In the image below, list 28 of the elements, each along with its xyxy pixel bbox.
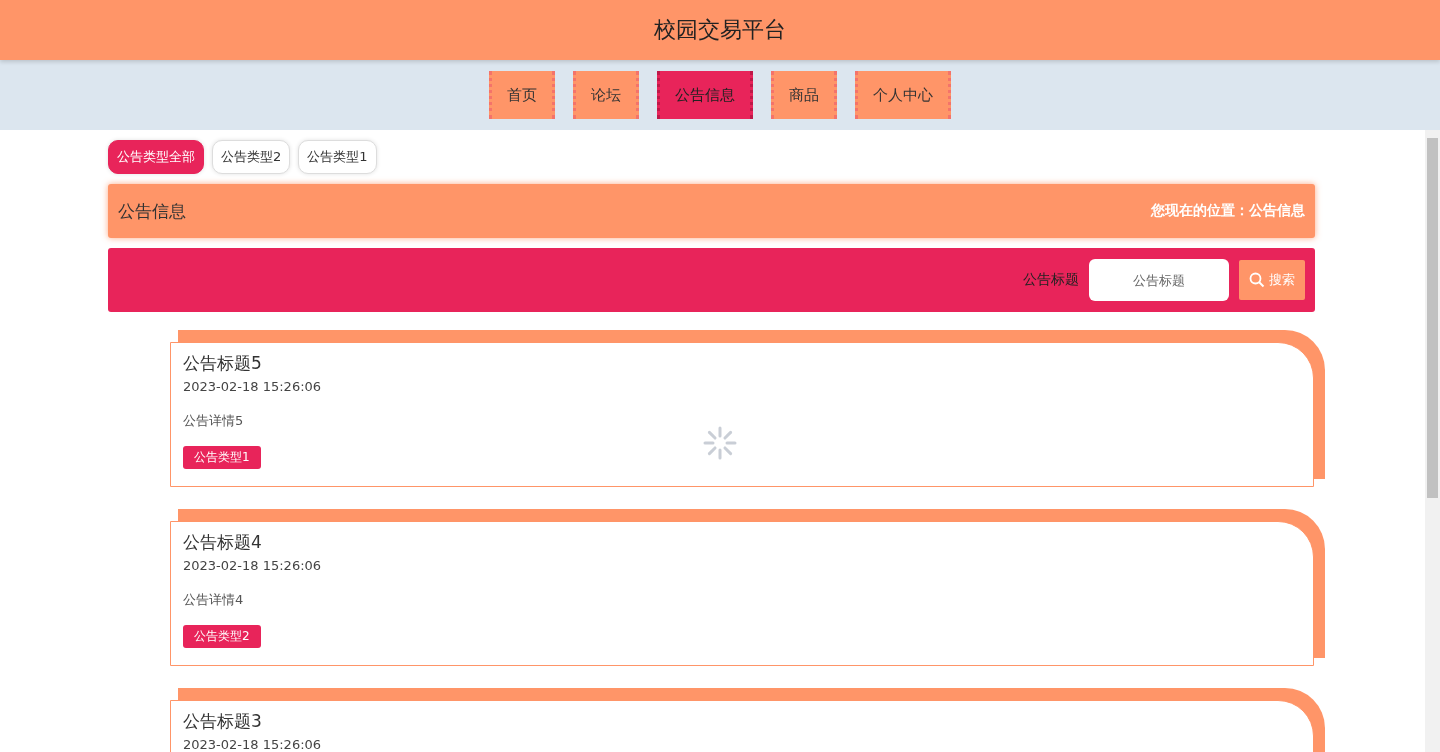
type-filter[interactable]: 公告类型全部 [108, 140, 204, 174]
nav-tab[interactable]: 商品 [771, 71, 837, 119]
nav-tab[interactable]: 个人中心 [855, 71, 951, 119]
notice-title: 公告标题3 [183, 710, 262, 733]
notice-card[interactable]: 公告标题3 2023-02-18 15:26:06 [170, 700, 1314, 752]
notice-tag: 公告类型2 [183, 625, 261, 648]
section-title: 公告信息 [118, 199, 186, 223]
notice-tag: 公告类型1 [183, 446, 261, 469]
scrollbar[interactable] [1425, 130, 1440, 752]
nav-tab[interactable]: 首页 [489, 71, 555, 119]
breadcrumb: 您现在的位置：公告信息 [1151, 202, 1305, 220]
notice-detail: 公告详情5 [183, 412, 244, 430]
notice-card[interactable]: 公告标题4 2023-02-18 15:26:06 公告详情4 公告类型2 [170, 521, 1314, 666]
notice-date: 2023-02-18 15:26:06 [183, 737, 322, 752]
notice-date: 2023-02-18 15:26:06 [183, 379, 322, 394]
type-filter[interactable]: 公告类型1 [298, 140, 377, 174]
notice-card[interactable]: 公告标题5 2023-02-18 15:26:06 公告详情5 公告类型1 [170, 342, 1314, 487]
notice-title: 公告标题5 [183, 352, 262, 375]
search-field[interactable]: 公告标题 [1089, 259, 1229, 301]
nav-tab[interactable]: 公告信息 [657, 71, 753, 119]
type-filter[interactable]: 公告类型2 [212, 140, 291, 174]
search-label: 公告标题 [1023, 271, 1079, 289]
notice-title: 公告标题4 [183, 531, 262, 554]
notice-date: 2023-02-18 15:26:06 [183, 558, 322, 573]
nav-tab[interactable]: 论坛 [573, 71, 639, 119]
notice-detail: 公告详情4 [183, 591, 244, 609]
search-icon [1249, 272, 1265, 288]
site-title: 校园交易平台 [654, 16, 786, 44]
